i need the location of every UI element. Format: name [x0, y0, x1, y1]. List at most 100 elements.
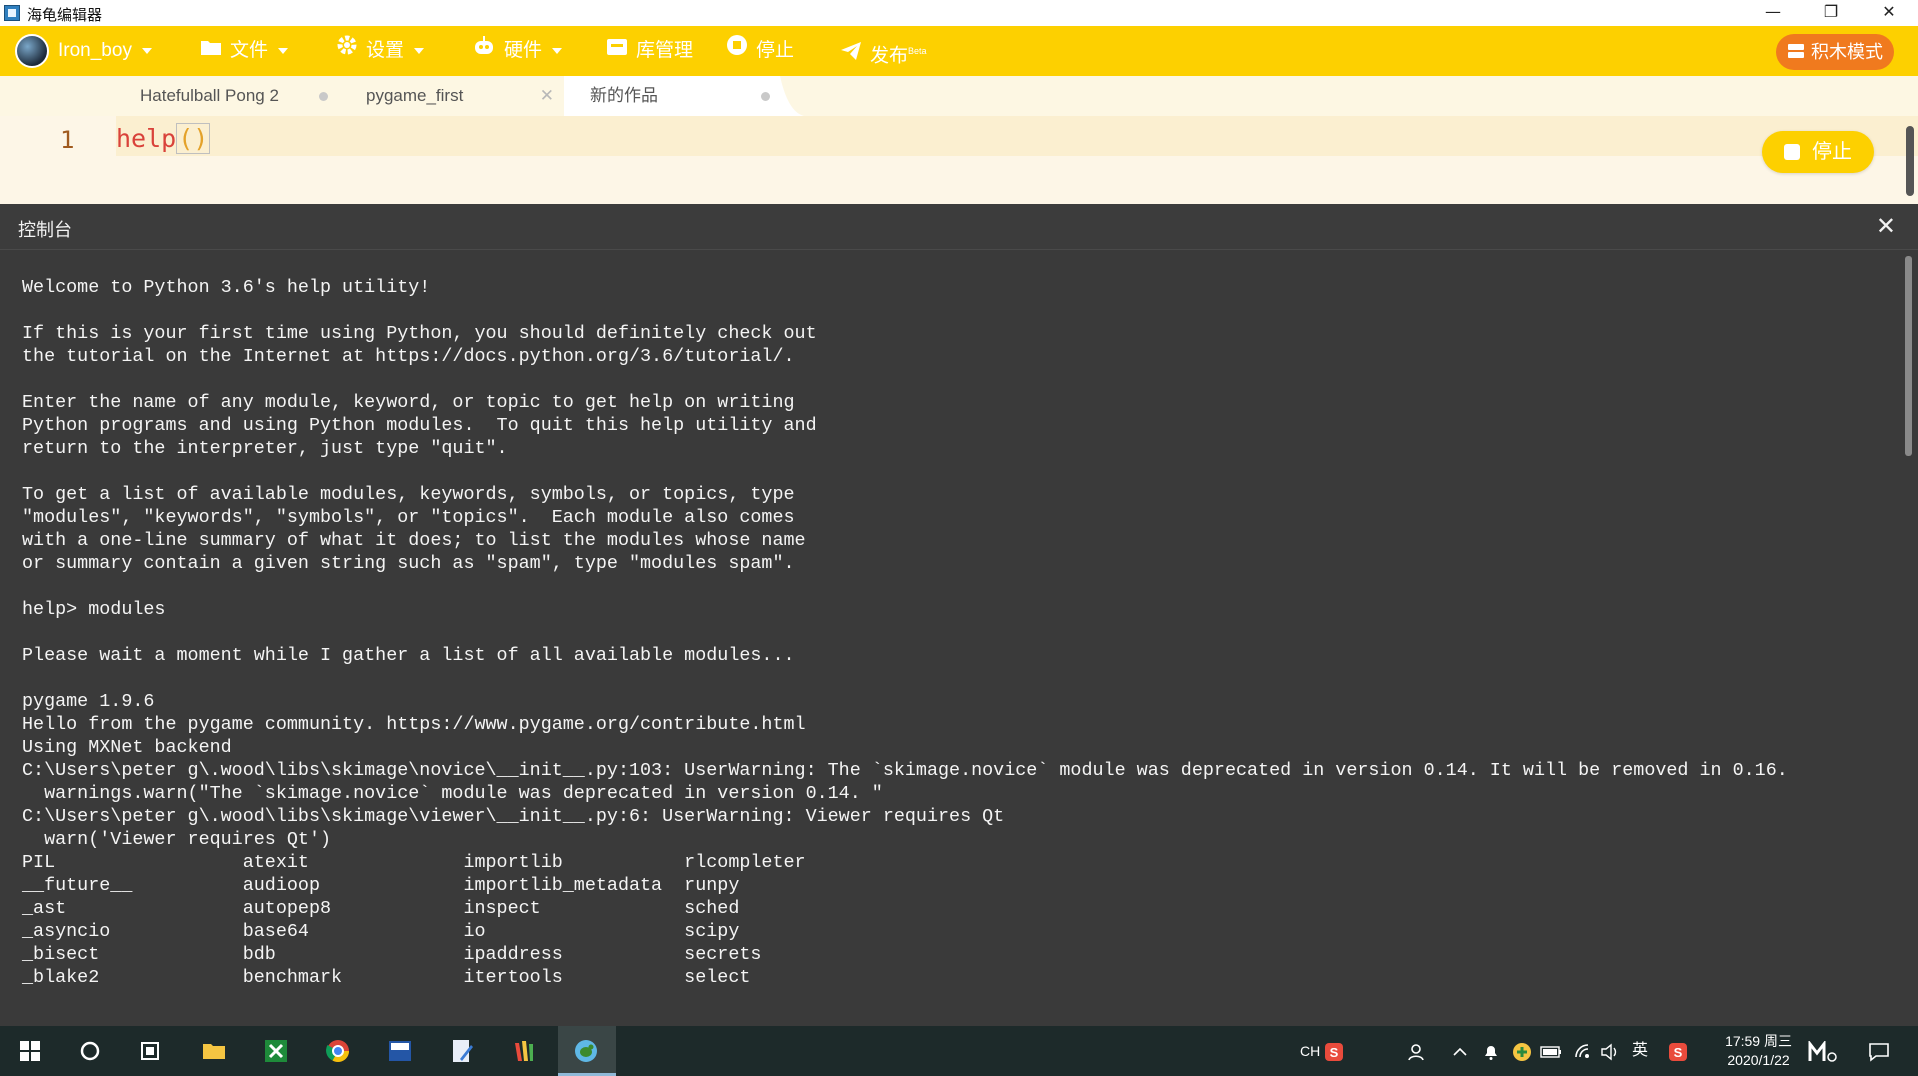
notepad-icon[interactable]: [434, 1026, 490, 1076]
chevron-down-icon: [278, 48, 289, 54]
clock-time: 17:59 周三: [1725, 1033, 1792, 1049]
console-line: Welcome to Python 3.6's help utility!: [22, 277, 431, 298]
chevron-down-icon: [552, 48, 563, 54]
folder-icon: [200, 26, 222, 76]
tab-bar: Hatefulball Pong 2 pygame_first ✕ 新的作品: [0, 76, 1918, 116]
stop-square-icon: [1784, 144, 1800, 160]
security-shield-icon[interactable]: [1512, 1026, 1532, 1076]
console-line: PIL atexit importlib rlcompleter: [22, 852, 806, 873]
svg-text:S: S: [1330, 1045, 1339, 1060]
console-line: If this is your first time using Python,…: [22, 323, 817, 344]
notification-bell-icon[interactable]: [1482, 1026, 1500, 1076]
close-button[interactable]: ✕: [1860, 0, 1918, 26]
robot-icon: [472, 26, 496, 76]
task-view-icon[interactable]: [122, 1026, 178, 1076]
publish-button[interactable]: 发布Beta: [840, 26, 927, 76]
search-circle-icon[interactable]: [62, 1026, 118, 1076]
battery-icon[interactable]: [1540, 1026, 1562, 1076]
settings-menu[interactable]: 设置: [336, 26, 425, 76]
console-line: C:\Users\peter g\.wood\libs\skimage\novi…: [22, 760, 1788, 781]
console-line: Using MXNet backend: [22, 737, 232, 758]
tab-new-work[interactable]: 新的作品: [564, 76, 780, 116]
ime-mode[interactable]: 英: [1632, 1026, 1648, 1076]
im-app-icon[interactable]: [1808, 1026, 1838, 1076]
console-header: 控制台 ✕: [0, 204, 1918, 250]
ime-language[interactable]: CH: [1300, 1026, 1320, 1076]
file-menu-label: 文件: [230, 40, 269, 62]
console-title: 控制台: [18, 220, 72, 240]
console-line: pygame 1.9.6: [22, 691, 155, 712]
console-close-button[interactable]: ✕: [1876, 212, 1896, 240]
restore-button[interactable]: ❐: [1802, 0, 1860, 26]
code-function: help: [116, 124, 177, 153]
console-line: with a one-line summary of what it does;…: [22, 530, 806, 551]
dev-cpp-icon[interactable]: [372, 1026, 428, 1076]
console-line: the tutorial on the Internet at https://…: [22, 346, 795, 367]
console-line: warnings.warn("The `skimage.novice` modu…: [22, 783, 883, 804]
publish-label: 发布: [870, 45, 909, 67]
chrome-icon[interactable]: [310, 1026, 366, 1076]
volume-icon[interactable]: [1600, 1026, 1620, 1076]
tab-hatefulball-pong-2[interactable]: Hatefulball Pong 2: [114, 76, 338, 116]
line-gutter: 1: [0, 116, 116, 204]
wifi-icon[interactable]: [1574, 1026, 1594, 1076]
tab-pygame-first[interactable]: pygame_first ✕: [340, 76, 560, 116]
library-button[interactable]: 库管理: [606, 26, 693, 76]
editor-scrollbar[interactable]: [1906, 126, 1914, 196]
sogou-ime-icon[interactable]: S: [1324, 1026, 1344, 1076]
hardware-menu[interactable]: 硬件: [472, 26, 563, 76]
code-line[interactable]: help(): [116, 123, 211, 154]
console-line: __future__ audioop importlib_metadata ru…: [22, 875, 740, 896]
taskbar: CH S 英 S 17:59 周三 2020/1/22: [0, 1026, 1918, 1076]
run-stop-button[interactable]: 停止: [1762, 131, 1874, 173]
block-mode-button[interactable]: 积木模式: [1776, 34, 1894, 70]
user-name: Iron_boy: [58, 40, 132, 61]
people-icon[interactable]: [1408, 1026, 1428, 1076]
title-bar: 海龟编辑器 — ❐ ✕: [0, 0, 1918, 27]
unsaved-dot-icon: [761, 92, 770, 101]
settings-menu-label: 设置: [366, 40, 405, 62]
windows-start-icon[interactable]: [2, 1026, 58, 1076]
chevron-down-icon: [414, 48, 425, 54]
library-label: 库管理: [636, 40, 694, 62]
file-menu[interactable]: 文件: [200, 26, 289, 76]
system-clock[interactable]: 17:59 周三 2020/1/22: [1725, 1032, 1792, 1070]
stop-circle-icon: [726, 26, 748, 76]
code-editor[interactable]: 1 help() 停止: [0, 116, 1918, 204]
avatar[interactable]: [15, 34, 49, 68]
console-text: Welcome to Python 3.6's help utility! If…: [22, 276, 1788, 989]
unsaved-dot-icon: [319, 92, 328, 101]
console-line: _bisect bdb ipaddress secrets: [22, 944, 762, 965]
file-explorer-icon[interactable]: [186, 1026, 242, 1076]
app-icon: [4, 5, 20, 21]
pencil-app-icon[interactable]: [496, 1026, 552, 1076]
clock-date: 2020/1/22: [1727, 1052, 1790, 1068]
user-menu[interactable]: Iron_boy: [58, 26, 152, 76]
tab-edge: [780, 76, 804, 116]
console-line: To get a list of available modules, keyw…: [22, 484, 795, 505]
console-line: warn('Viewer requires Qt'): [22, 829, 332, 850]
gear-icon: [336, 26, 358, 76]
chevron-up-icon[interactable]: [1452, 1026, 1468, 1076]
close-tab-icon[interactable]: ✕: [540, 76, 554, 116]
main-toolbar: Iron_boy 文件 设置 硬件 库管理 停止 发布Beta 积木模式: [0, 26, 1918, 76]
sogou-tray-icon[interactable]: S: [1668, 1026, 1688, 1076]
excel-icon[interactable]: [248, 1026, 304, 1076]
minimize-button[interactable]: —: [1744, 0, 1802, 26]
toolbar-stop-button[interactable]: 停止: [726, 26, 794, 76]
blocks-icon: [1787, 35, 1805, 71]
turtle-editor-icon[interactable]: [558, 1026, 616, 1076]
console-output[interactable]: Welcome to Python 3.6's help utility! If…: [0, 250, 1918, 1026]
action-center-icon[interactable]: [1868, 1026, 1890, 1076]
ime-lang-label: CH: [1300, 1043, 1321, 1059]
paper-plane-icon: [840, 31, 862, 81]
console-line: Hello from the pygame community. https:/…: [22, 714, 806, 735]
console-line: Please wait a moment while I gather a li…: [22, 645, 795, 666]
active-line-highlight: [116, 116, 1918, 156]
console-line: Enter the name of any module, keyword, o…: [22, 392, 795, 413]
console-scrollbar[interactable]: [1905, 256, 1912, 456]
console-line: _ast autopep8 inspect sched: [22, 898, 740, 919]
code-parens: (): [176, 123, 211, 154]
run-stop-label: 停止: [1812, 141, 1852, 163]
beta-badge: Beta: [908, 46, 927, 56]
